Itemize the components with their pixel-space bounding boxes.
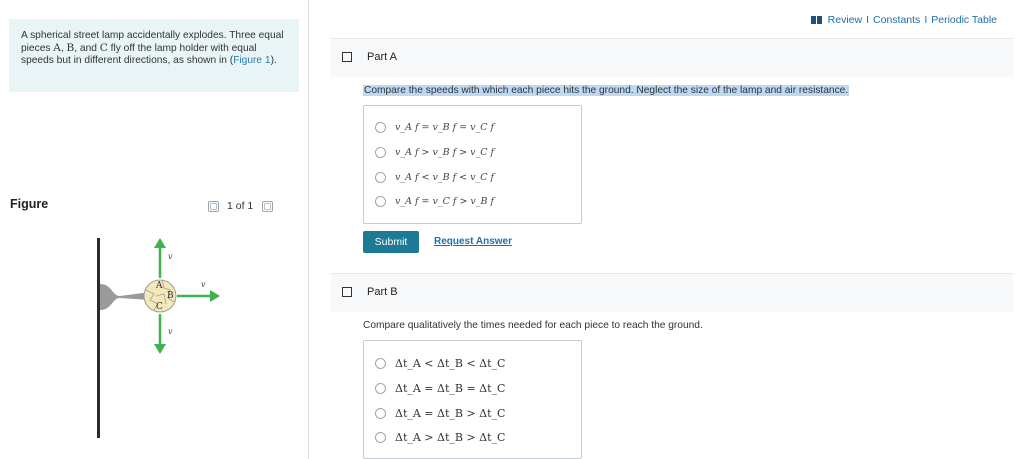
- radio-button[interactable]: [375, 122, 386, 133]
- radio-button[interactable]: [375, 172, 386, 183]
- radio-button[interactable]: [375, 196, 386, 207]
- pane-divider: [308, 0, 309, 459]
- figure-page-count: 1 of 1: [227, 200, 254, 212]
- submit-button[interactable]: Submit: [363, 231, 419, 253]
- part-b-choice-2[interactable]: Δt_A = Δt_B = Δt_C: [375, 382, 505, 395]
- velocity-label-right: v: [201, 280, 206, 289]
- top-links: Review I Constants I Periodic Table: [810, 14, 997, 26]
- part-a-checkbox-icon: [342, 52, 352, 62]
- part-a-choice-1[interactable]: v_A f = v_B f = v_C f: [375, 122, 494, 133]
- problem-statement: A spherical street lamp accidentally exp…: [9, 19, 299, 92]
- figure-link[interactable]: Figure 1: [233, 55, 270, 66]
- radio-button[interactable]: [375, 432, 386, 443]
- radio-button[interactable]: [375, 147, 386, 158]
- velocity-label-down: v: [168, 327, 173, 336]
- piece-c-label: C: [156, 302, 163, 312]
- part-b-choice-4[interactable]: Δt_A > Δt_B > Δt_C: [375, 431, 505, 444]
- periodic-table-link[interactable]: Periodic Table: [931, 14, 997, 26]
- lamp-holder: [100, 284, 150, 310]
- radio-button[interactable]: [375, 358, 386, 369]
- part-a-header[interactable]: Part A: [331, 38, 1013, 77]
- choice-label: Δt_A > Δt_B > Δt_C: [395, 431, 506, 444]
- part-a-choice-4[interactable]: v_A f = v_C f > v_B f: [375, 196, 494, 207]
- piece-a-label: A: [155, 281, 163, 291]
- part-a-choice-2[interactable]: v_A f > v_B f > v_C f: [375, 147, 494, 158]
- right-arrowhead: [210, 290, 220, 302]
- choice-label: v_A f < v_B f < v_C f: [395, 172, 495, 183]
- separator: I: [866, 14, 870, 26]
- lamp-explosion-figure: A B C v v v: [97, 238, 220, 438]
- choice-label: Δt_A < Δt_B < Δt_C: [395, 357, 506, 370]
- review-link[interactable]: Review: [828, 14, 862, 26]
- choice-label: Δt_A = Δt_B = Δt_C: [395, 382, 506, 395]
- lamp-pole: [97, 238, 100, 438]
- paren-close: ).: [270, 55, 277, 66]
- velocity-label-up: v: [168, 252, 173, 261]
- choice-label: Δt_A = Δt_B > Δt_C: [395, 407, 506, 420]
- next-figure-button[interactable]: [262, 200, 274, 212]
- left-pane: A spherical street lamp accidentally exp…: [0, 0, 308, 459]
- piece-b-label: B: [167, 291, 174, 301]
- part-b-choices: Δt_A < Δt_B < Δt_C Δt_A = Δt_B = Δt_C Δt…: [363, 340, 582, 459]
- book-icon: [810, 16, 823, 24]
- choice-label: v_A f > v_B f > v_C f: [395, 147, 495, 158]
- radio-button[interactable]: [375, 383, 386, 394]
- down-arrowhead: [154, 344, 166, 354]
- request-answer-link[interactable]: Request Answer: [434, 236, 512, 247]
- constants-link[interactable]: Constants: [873, 14, 920, 26]
- part-a-choices: v_A f = v_B f = v_C f v_A f > v_B f > v_…: [363, 105, 582, 224]
- up-arrowhead: [154, 238, 166, 248]
- problem-text-and: , and: [74, 43, 100, 54]
- part-b-header[interactable]: Part B: [331, 273, 1013, 312]
- radio-button[interactable]: [375, 408, 386, 419]
- part-b-choice-3[interactable]: Δt_A = Δt_B > Δt_C: [375, 407, 505, 420]
- figure-heading: Figure: [10, 197, 49, 211]
- part-b-checkbox-icon: [342, 287, 352, 297]
- separator: I: [924, 14, 928, 26]
- part-b-question: Compare qualitatively the times needed f…: [363, 320, 703, 331]
- figure-pager: 1 of 1: [208, 200, 274, 212]
- choice-label: v_A f = v_B f = v_C f: [395, 122, 495, 133]
- piece-a-var: A: [53, 42, 61, 54]
- part-a-choice-3[interactable]: v_A f < v_B f < v_C f: [375, 172, 494, 183]
- choice-label: v_A f = v_C f > v_B f: [395, 196, 495, 207]
- part-a-label: Part A: [367, 51, 397, 63]
- part-a-question: Compare the speeds with which each piece…: [363, 85, 850, 96]
- prev-figure-button[interactable]: [208, 200, 219, 212]
- piece-c-var: C: [99, 42, 108, 54]
- part-b-choice-1[interactable]: Δt_A < Δt_B < Δt_C: [375, 357, 505, 370]
- part-b-label: Part B: [367, 286, 398, 298]
